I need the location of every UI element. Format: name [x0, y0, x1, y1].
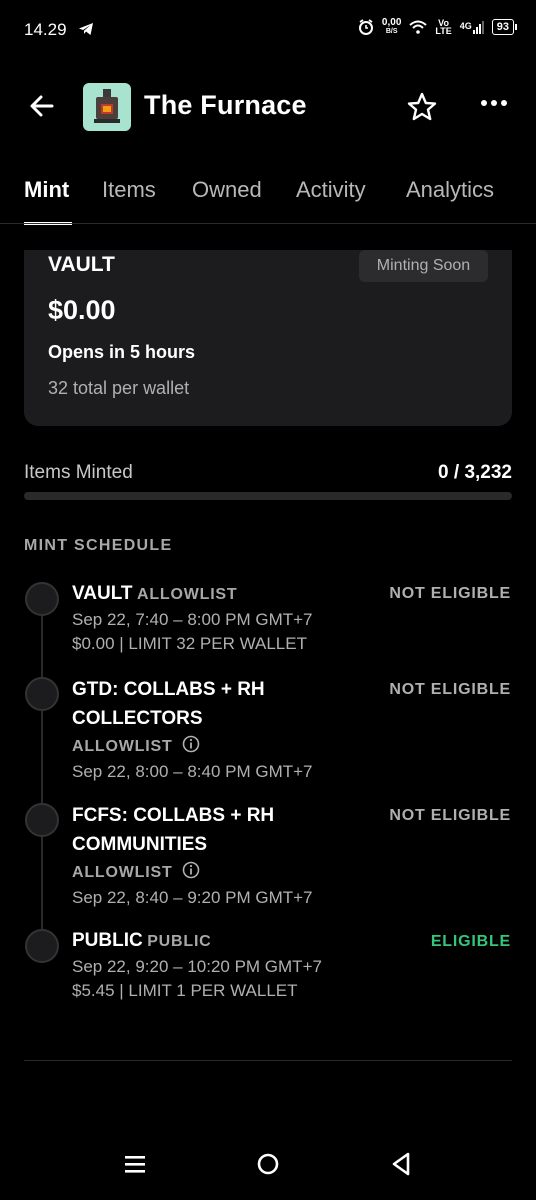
back-arrow-icon[interactable] [28, 92, 56, 120]
back-nav-icon[interactable] [390, 1151, 412, 1177]
tabs-divider [0, 223, 536, 224]
phase-name: GTD: COLLABS + RH [72, 679, 265, 700]
phase-status: NOT ELIGIBLE [389, 585, 511, 602]
phase-type: ALLOWLIST [72, 864, 173, 881]
timeline-dot [25, 677, 59, 711]
phase-fcfs[interactable]: FCFS: COLLABS + RH COMMUNITIES ALLOWLIST… [72, 801, 313, 910]
recent-apps-icon[interactable] [124, 1154, 146, 1174]
phase-type: ALLOWLIST [72, 738, 173, 755]
phase-status: NOT ELIGIBLE [389, 681, 511, 698]
tab-analytics[interactable]: Analytics [406, 177, 494, 203]
phase-date: Sep 22, 9:20 – 10:20 PM GMT+7 [72, 957, 322, 976]
alarm-icon [358, 19, 373, 35]
mint-schedule-heading: MINT SCHEDULE [24, 537, 173, 554]
phase-date: Sep 22, 8:00 – 8:40 PM GMT+7 [72, 762, 313, 781]
status-icons: 0,00 B/S Vo LTE 4G 93 [358, 17, 518, 36]
phase-public[interactable]: PUBLIC PUBLIC Sep 22, 9:20 – 10:20 PM GM… [72, 926, 322, 1003]
info-icon[interactable] [182, 861, 200, 879]
timeline-line [41, 598, 43, 946]
card-price: $0.00 [48, 295, 116, 325]
phase-type: ALLOWLIST [136, 586, 238, 603]
section-divider [24, 1060, 512, 1061]
volte-indicator: Vo LTE [435, 18, 452, 36]
timeline-dot [25, 803, 59, 837]
wifi-icon [409, 20, 428, 34]
phase-name-continued: COMMUNITIES [72, 834, 208, 855]
phase-type: PUBLIC [147, 933, 212, 950]
telegram-icon [79, 23, 93, 35]
phase-name-continued: COLLECTORS [72, 708, 203, 729]
phase-name: PUBLIC [72, 930, 143, 951]
battery-icon: 93 [491, 19, 518, 35]
tab-owned[interactable]: Owned [192, 177, 262, 203]
timeline-dot [25, 582, 59, 616]
phase-gtd[interactable]: GTD: COLLABS + RH COLLECTORS ALLOWLIST S… [72, 675, 313, 784]
items-minted-label: Items Minted [24, 462, 133, 483]
card-opens-time: Opens in 5 hours [48, 342, 196, 362]
timeline-dot [25, 929, 59, 963]
phase-date: Sep 22, 7:40 – 8:00 PM GMT+7 [72, 610, 313, 629]
status-time: 14.29 [24, 20, 67, 39]
page-title: The Furnace [144, 90, 307, 120]
collection-logo [83, 83, 131, 131]
phase-status: ELIGIBLE [430, 933, 511, 950]
minting-soon-badge: Minting Soon [359, 250, 488, 282]
tab-bar: Mint Items Owned Activity Analytics [0, 174, 536, 225]
home-icon[interactable] [256, 1152, 280, 1176]
mint-progress-bar [24, 492, 512, 500]
star-icon[interactable] [406, 91, 438, 123]
phase-date: Sep 22, 8:40 – 9:20 PM GMT+7 [72, 888, 313, 907]
items-minted-value: 0 / 3,232 [438, 462, 512, 483]
more-options-icon[interactable] [480, 98, 508, 108]
furnace-icon [94, 89, 120, 123]
card-wallet-limit: 32 total per wallet [48, 378, 190, 398]
signal-icon: 4G [460, 20, 484, 34]
phase-details: $0.00 | LIMIT 32 PER WALLET [72, 634, 307, 653]
phase-status: NOT ELIGIBLE [389, 807, 511, 824]
net-speed: 0,00 B/S [381, 17, 402, 36]
phase-name: VAULT [72, 583, 133, 604]
tab-items[interactable]: Items [102, 177, 156, 203]
card-phase-name: VAULT [48, 253, 115, 276]
info-icon[interactable] [182, 735, 200, 753]
phase-details: $5.45 | LIMIT 1 PER WALLET [72, 981, 298, 1000]
phase-name: FCFS: COLLABS + RH [72, 805, 275, 826]
tab-mint[interactable]: Mint [24, 177, 69, 203]
tab-activity[interactable]: Activity [296, 177, 366, 203]
phase-vault[interactable]: VAULT ALLOWLIST Sep 22, 7:40 – 8:00 PM G… [72, 579, 313, 656]
